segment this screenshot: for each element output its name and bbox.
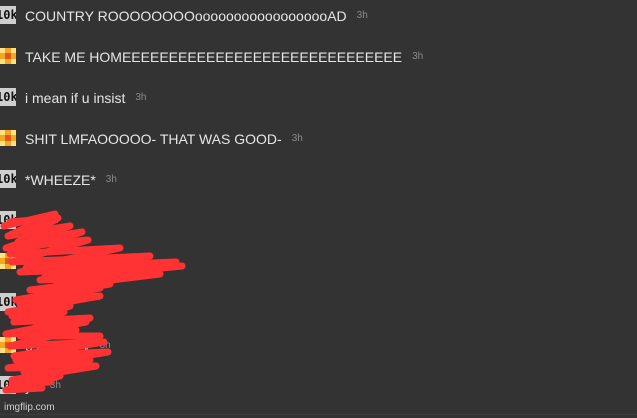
chat-log: 10k COUNTRY ROOOOOOOOoooooooooooooooooAD… xyxy=(0,0,637,418)
message-text: or xyxy=(25,213,38,229)
message-timestamp: 3h xyxy=(47,215,59,226)
avatar[interactable]: 10k xyxy=(0,211,16,229)
message-text: COUNTRY ROOOOOOOOoooooooooooooooooAD xyxy=(25,8,347,24)
message-text: ye xyxy=(25,378,40,394)
message-text: i mean if u insist xyxy=(25,90,126,106)
avatar[interactable]: 10k xyxy=(0,293,16,311)
watermark: imgflip.com xyxy=(4,402,55,413)
message-timestamp: 3h xyxy=(135,92,147,103)
pixel-avatar-icon[interactable] xyxy=(0,48,16,64)
message-timestamp: 3h xyxy=(356,10,368,21)
message-timestamp: 3h xyxy=(99,340,111,351)
avatar[interactable]: 10k xyxy=(0,376,16,394)
pixel-avatar-icon[interactable] xyxy=(0,337,16,353)
message-text: SHIT LMFAOOOOO- THAT WAS GOOD- xyxy=(25,131,282,147)
message-timestamp: 3h xyxy=(412,51,424,62)
message-text: TAKE ME HOMEEEEEEEEEEEEEEEEEEEEEEEEEEEEE… xyxy=(25,49,403,65)
message-text: *WHEEZE* xyxy=(25,172,96,188)
avatar[interactable]: 10k xyxy=(0,6,16,24)
pixel-avatar-icon[interactable] xyxy=(0,253,16,269)
message-timestamp: 3h xyxy=(291,133,303,144)
message-text: Oh wait, she put it xyxy=(25,254,138,270)
message-timestamp: 3h xyxy=(105,174,117,185)
message-text: sure xyxy=(25,295,53,311)
message-text: o o o k a y xyxy=(25,338,90,354)
message-timestamp: 3h xyxy=(49,380,61,391)
pixel-avatar-icon[interactable] xyxy=(0,130,16,146)
bottom-divider xyxy=(0,414,637,415)
avatar[interactable]: 10k xyxy=(0,88,16,106)
avatar[interactable]: 10k xyxy=(0,170,16,188)
